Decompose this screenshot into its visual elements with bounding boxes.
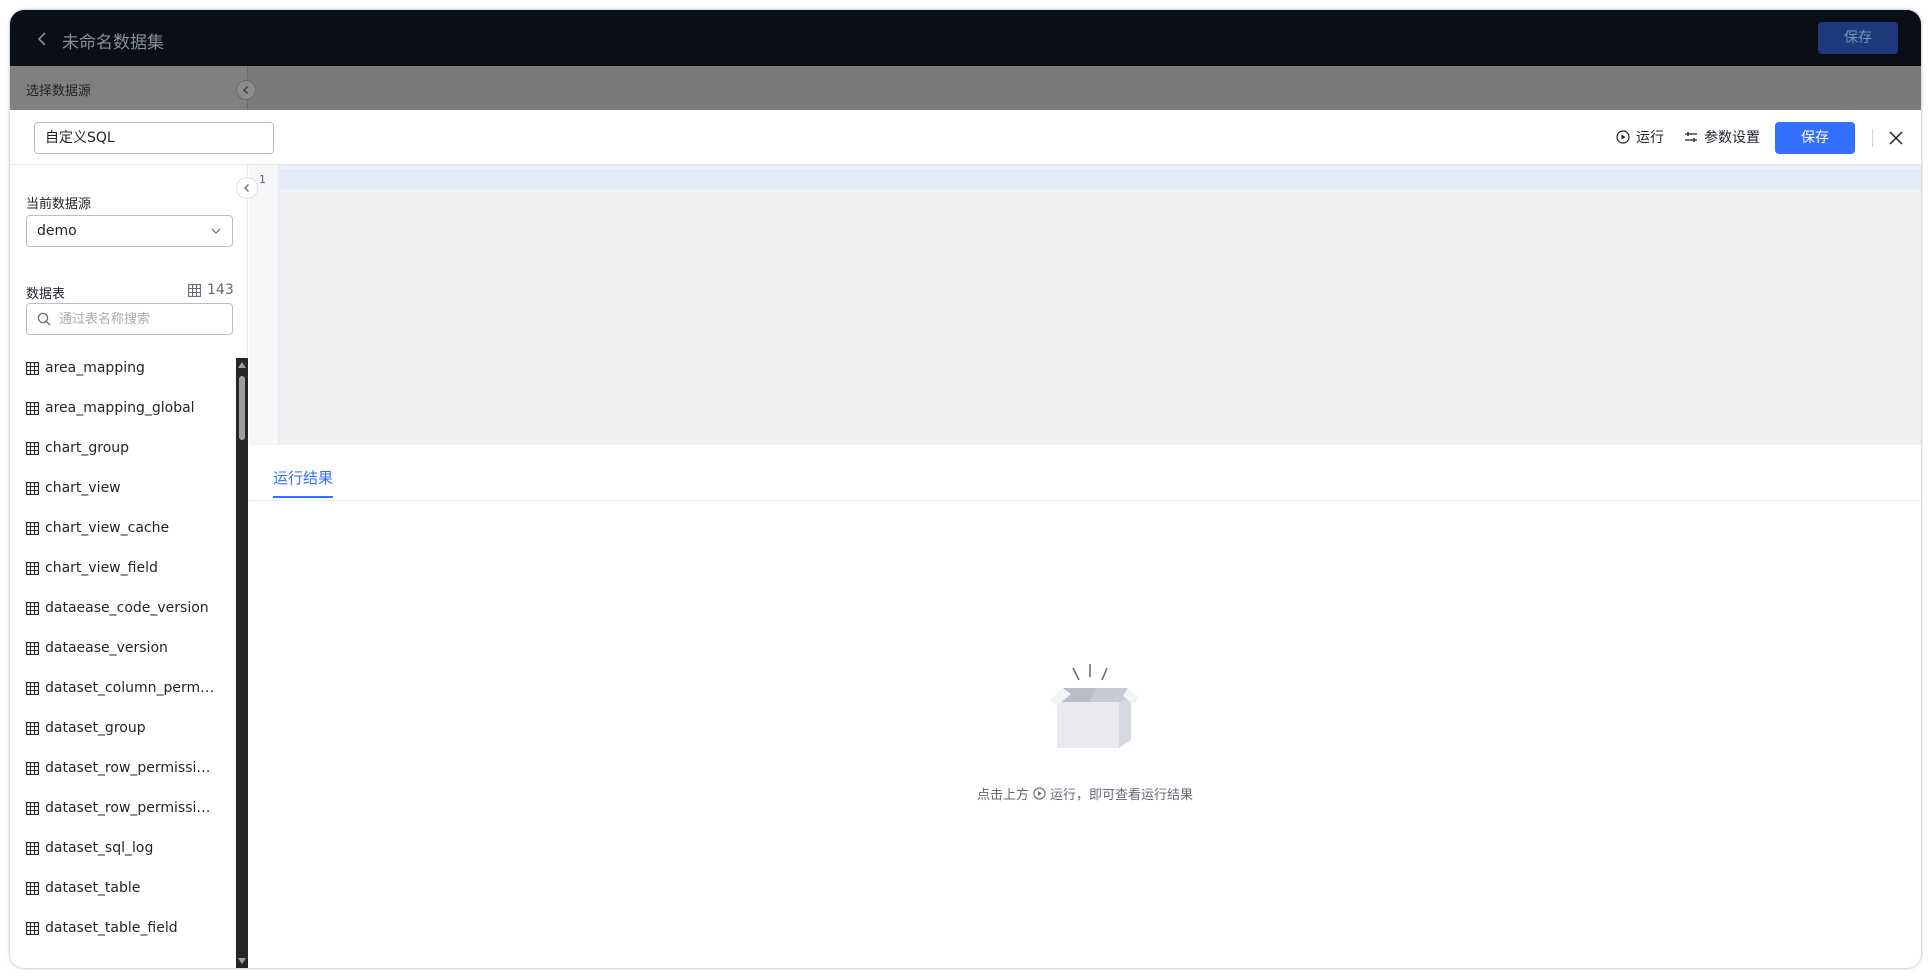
chevron-left-icon bbox=[243, 86, 248, 94]
table-icon bbox=[26, 521, 39, 535]
sidebar-collapse-button[interactable] bbox=[236, 177, 258, 199]
params-button[interactable]: 参数设置 bbox=[1684, 127, 1760, 147]
empty-hint-prefix: 点击上方 bbox=[976, 788, 1029, 803]
table-list-item[interactable]: dataset_sql_log bbox=[10, 828, 236, 868]
table-name: dataset_row_permissions bbox=[45, 760, 217, 776]
table-search-input[interactable] bbox=[59, 304, 224, 334]
empty-hint-suffix: 运行，即可查看运行结果 bbox=[1050, 788, 1194, 803]
table-list-item[interactable]: dataease_version bbox=[10, 628, 236, 668]
table-list-item[interactable]: dataset_table bbox=[10, 868, 236, 908]
back-arrow-icon[interactable] bbox=[34, 30, 52, 48]
table-list-item[interactable]: area_mapping_global bbox=[10, 388, 236, 428]
table-name: dataset_table bbox=[45, 880, 141, 896]
table-list-scrollbar[interactable] bbox=[236, 358, 248, 968]
table-name: area_mapping bbox=[45, 360, 145, 376]
table-name: chart_group bbox=[45, 440, 130, 456]
table-name: dataease_code_version bbox=[45, 600, 209, 616]
active-line-highlight bbox=[280, 169, 1921, 189]
chevron-down-icon bbox=[211, 228, 221, 234]
datasource-sidebar: 当前数据源 demo 数据表 143 area_mappingarea_mapp… bbox=[10, 165, 258, 968]
table-name: dataset_row_permission... bbox=[45, 800, 217, 816]
table-icon bbox=[26, 921, 39, 935]
table-icon bbox=[26, 641, 39, 655]
table-name: chart_view bbox=[45, 480, 121, 496]
overlay-band: 选择数据源 bbox=[10, 66, 1921, 110]
current-source-label: 当前数据源 bbox=[26, 197, 92, 212]
search-icon bbox=[37, 312, 51, 326]
chevron-left-icon bbox=[244, 184, 249, 192]
header-save-button[interactable]: 保存 bbox=[1818, 22, 1898, 54]
table-list-item[interactable]: chart_group bbox=[10, 428, 236, 468]
dataset-name-input[interactable]: 自定义SQL bbox=[34, 122, 274, 154]
table-list-item[interactable]: dataset_row_permissions bbox=[10, 748, 236, 788]
dataset-window: 未命名数据集 保存 选择数据源 自定义SQL 运行 参数设置 保存 当前数据源 bbox=[10, 10, 1921, 968]
table-list-item[interactable]: chart_view_cache bbox=[10, 508, 236, 548]
table-icon bbox=[26, 841, 39, 855]
sql-toolbar: 自定义SQL 运行 参数设置 保存 bbox=[10, 110, 1921, 165]
empty-hint: 点击上方 运行，即可查看运行结果 bbox=[249, 784, 1921, 803]
table-list-item[interactable]: chart_view bbox=[10, 468, 236, 508]
table-list-item[interactable]: area_mapping bbox=[10, 348, 236, 388]
line-number: 1 bbox=[259, 173, 266, 186]
table-name: dataset_sql_log bbox=[45, 840, 154, 856]
save-button[interactable]: 保存 bbox=[1775, 122, 1855, 154]
tab-run-results[interactable]: 运行结果 bbox=[273, 467, 334, 498]
tables-count-value: 143 bbox=[207, 282, 234, 298]
close-icon[interactable] bbox=[1886, 128, 1906, 148]
params-label: 参数设置 bbox=[1704, 130, 1760, 146]
table-name: dataease_version bbox=[45, 640, 168, 656]
table-icon bbox=[26, 481, 39, 495]
table-icon bbox=[26, 681, 39, 695]
table-name: area_mapping_global bbox=[45, 400, 195, 416]
overlay-collapse-button[interactable] bbox=[236, 80, 256, 100]
run-label: 运行 bbox=[1636, 130, 1664, 146]
table-icon bbox=[26, 721, 39, 735]
table-list-item[interactable]: dataset_column_permis... bbox=[10, 668, 236, 708]
table-icon bbox=[26, 561, 39, 575]
scroll-up-arrow[interactable] bbox=[238, 362, 246, 368]
table-icon bbox=[188, 283, 201, 297]
datasource-value: demo bbox=[37, 223, 77, 239]
run-button[interactable]: 运行 bbox=[1616, 127, 1664, 147]
scroll-down-arrow[interactable] bbox=[238, 958, 246, 964]
page-title: 未命名数据集 bbox=[62, 33, 164, 53]
table-name: chart_view_field bbox=[45, 560, 158, 576]
toolbar-divider bbox=[1872, 129, 1873, 147]
table-list-item[interactable]: dataease_code_version bbox=[10, 588, 236, 628]
play-circle-icon bbox=[1616, 130, 1630, 144]
sliders-icon bbox=[1685, 132, 1697, 142]
table-icon bbox=[26, 401, 39, 415]
top-bar: 未命名数据集 保存 bbox=[10, 10, 1921, 66]
table-icon bbox=[26, 441, 39, 455]
table-icon bbox=[26, 801, 39, 815]
table-list-item[interactable]: chart_view_field bbox=[10, 548, 236, 588]
datasource-select[interactable]: demo bbox=[26, 215, 233, 247]
table-icon bbox=[26, 601, 39, 615]
table-name: dataset_column_permis... bbox=[45, 680, 217, 696]
table-icon bbox=[26, 761, 39, 775]
overlay-left-panel: 选择数据源 bbox=[10, 66, 248, 110]
table-name: chart_view_cache bbox=[45, 520, 170, 536]
tables-label: 数据表 bbox=[26, 287, 66, 302]
table-list-item[interactable]: dataset_row_permission... bbox=[10, 788, 236, 828]
sql-editor[interactable]: 1 bbox=[249, 165, 1921, 445]
table-name: dataset_table_field bbox=[45, 920, 178, 936]
table-list: area_mapping area_mapping_global chart_gro… bbox=[10, 348, 236, 968]
table-name: dataset_group bbox=[45, 720, 146, 736]
line-gutter: 1 bbox=[249, 165, 279, 445]
scroll-thumb[interactable] bbox=[239, 376, 245, 440]
table-icon bbox=[26, 881, 39, 895]
play-circle-icon bbox=[1033, 787, 1046, 800]
results-panel: 运行结果 点击上方 运行，即可查看运行结果 bbox=[249, 445, 1921, 968]
table-icon bbox=[26, 361, 39, 375]
table-search[interactable] bbox=[26, 303, 233, 335]
select-source-label: 选择数据源 bbox=[26, 84, 92, 99]
table-list-item[interactable]: dataset_table_field bbox=[10, 908, 236, 948]
empty-box-illustration bbox=[1049, 664, 1139, 748]
table-list-item[interactable]: dataset_group bbox=[10, 708, 236, 748]
tables-count: 143 bbox=[188, 282, 234, 298]
results-divider bbox=[249, 500, 1921, 501]
